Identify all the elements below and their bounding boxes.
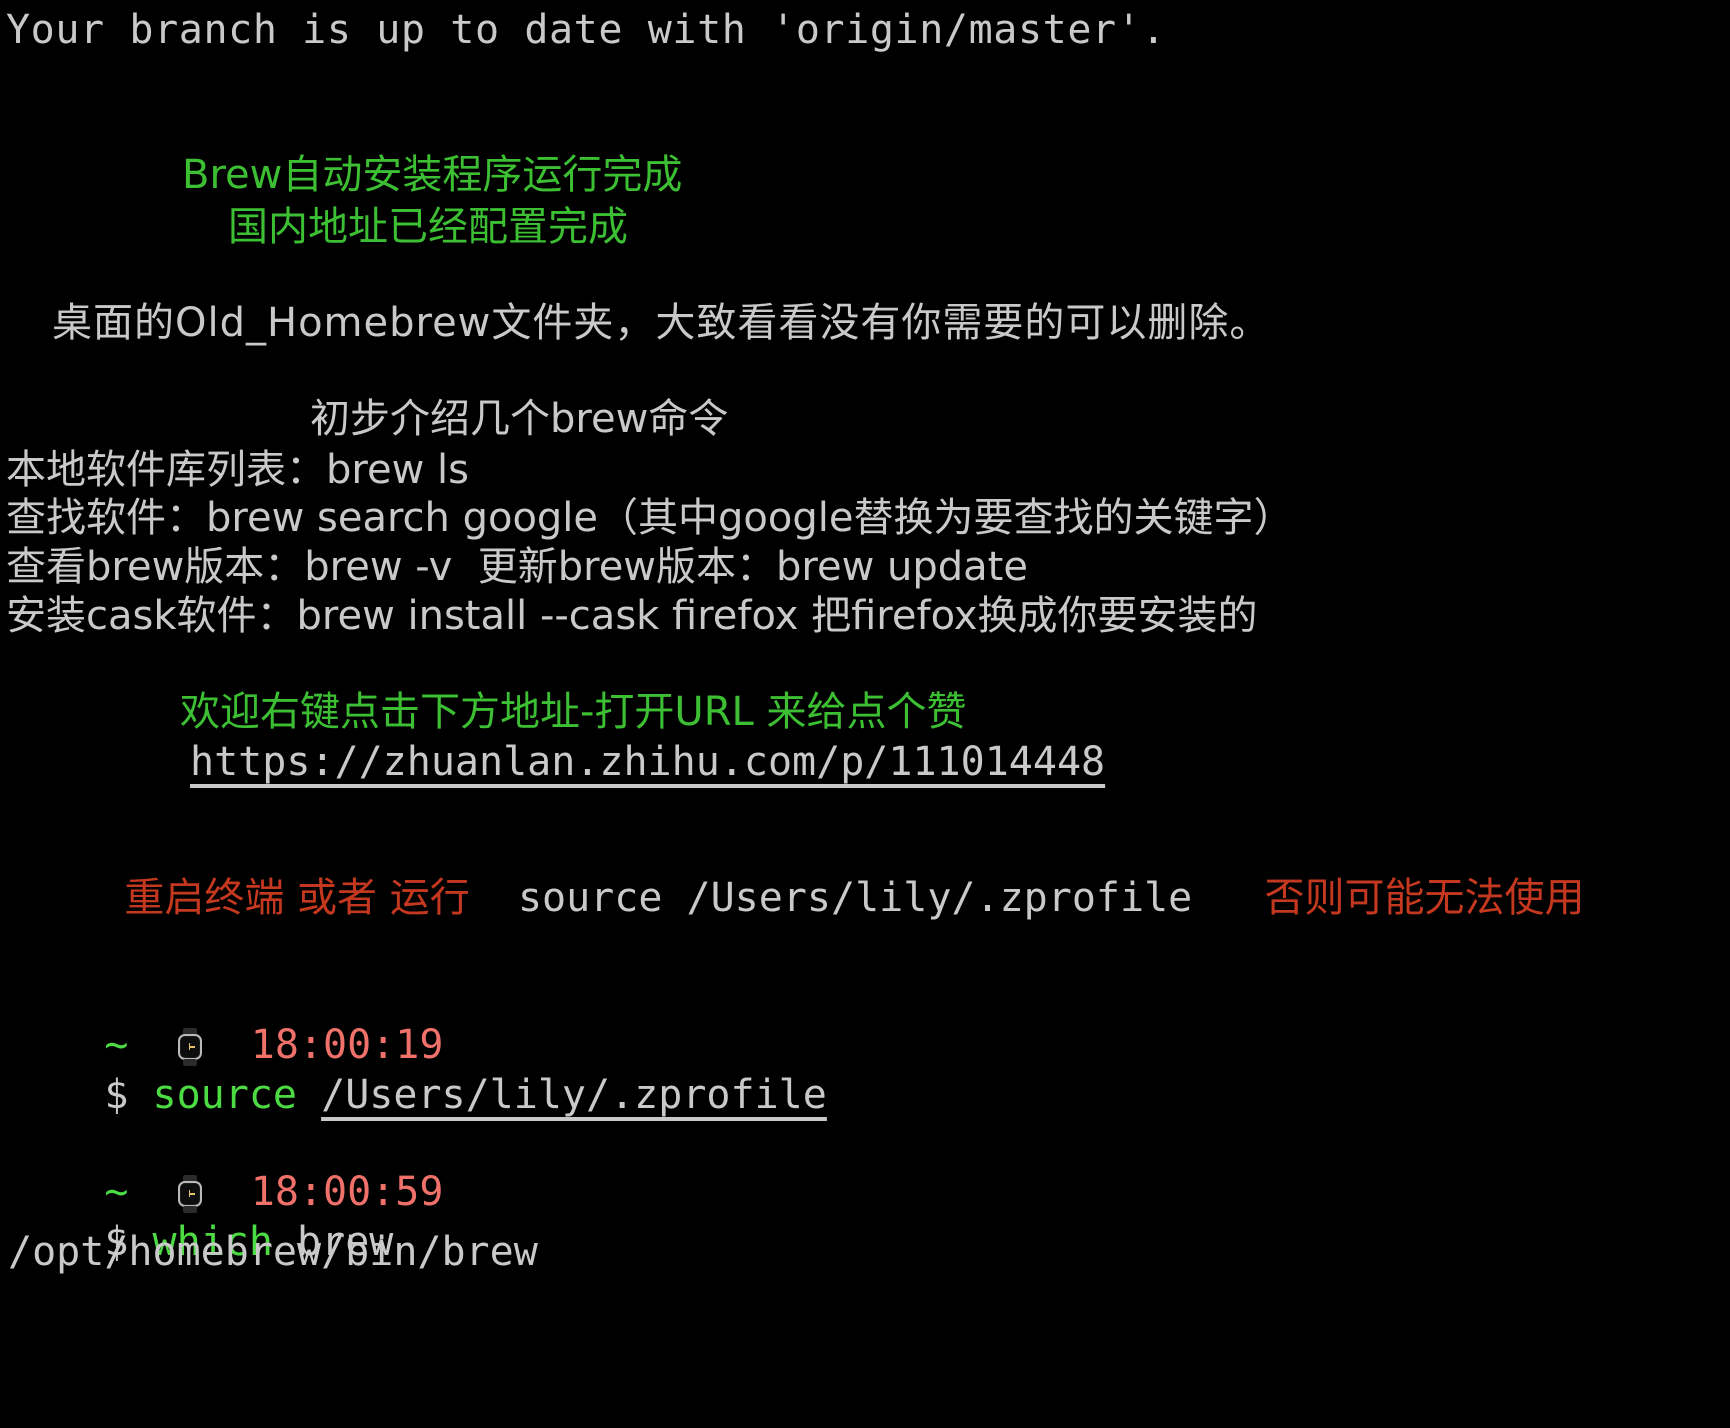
banner-line-2: 国内地址已经配置完成 — [228, 204, 628, 250]
promo-invite: 欢迎右键点击下方地址-打开URL 来给点个赞 — [180, 689, 967, 735]
warning-command: source /Users/lily/.zprofile — [517, 875, 1193, 921]
command-item-3: 安装cask软件：brew install --cask firefox 把fi… — [6, 593, 1258, 639]
desktop-folder-notice: 桌面的Old_Homebrew文件夹，大致看看没有你需要的可以删除。 — [52, 300, 1271, 346]
commands-heading: 初步介绍几个brew命令 — [310, 396, 729, 442]
terminal-window: Your branch is up to date with 'origin/m… — [0, 0, 1730, 1428]
command-item-2: 查看brew版本：brew -v 更新brew版本：brew update — [6, 544, 1028, 590]
warning-suffix: 否则可能无法使用 — [1264, 875, 1585, 921]
prompt-sigil-0: $ — [104, 1072, 129, 1118]
git-status-line: Your branch is up to date with 'origin/m… — [6, 7, 1167, 53]
banner-line-1: Brew自动安装程序运行完成 — [182, 152, 683, 198]
command-output-1: /opt/homebrew/bin/brew — [8, 1229, 538, 1275]
warning-prefix: 重启终端 或者 运行 — [124, 875, 470, 921]
command-item-1: 查找软件：brew search google（其中google替换为要查找的关… — [6, 495, 1294, 541]
command-item-0: 本地软件库列表：brew ls — [6, 447, 469, 493]
prompt-cmd-0: source — [152, 1072, 298, 1118]
warning-line: 重启终端 或者 运行 source /Users/lily/.zprofile … — [28, 838, 1584, 958]
prompt-arg-0: /Users/lily/.zprofile — [321, 1072, 827, 1118]
promo-url-link[interactable]: https://zhuanlan.zhihu.com/p/111014448 — [190, 742, 1105, 782]
